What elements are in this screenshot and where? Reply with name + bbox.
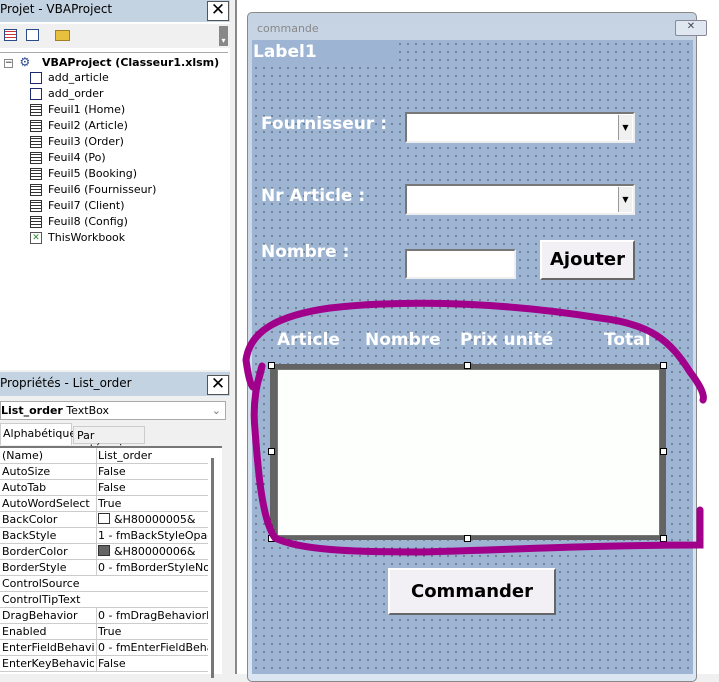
hand-drawn-circle-annotation xyxy=(242,299,707,556)
annotation-overlay xyxy=(242,299,707,556)
